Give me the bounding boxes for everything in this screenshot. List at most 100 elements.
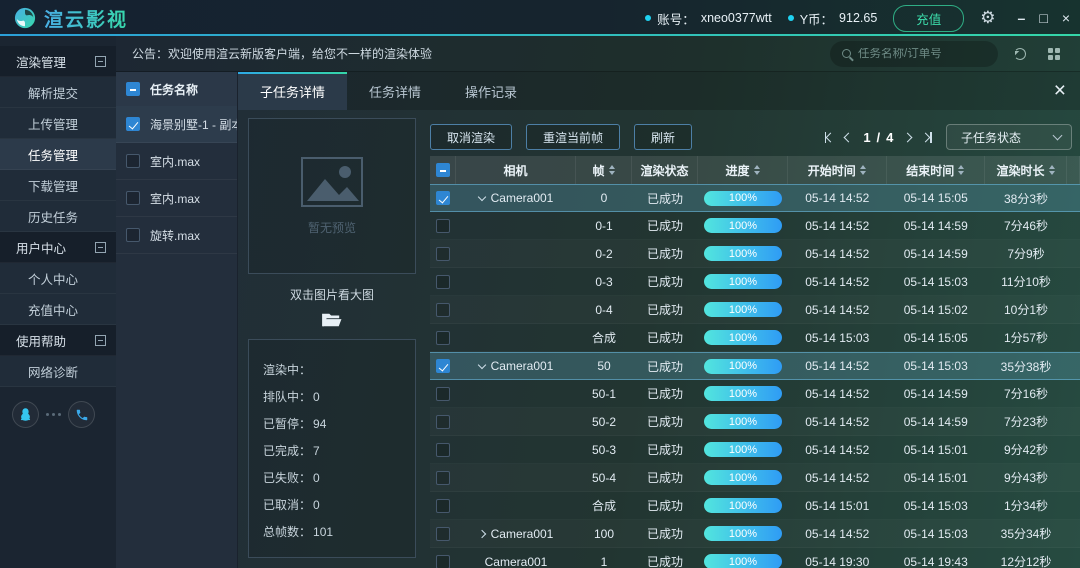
expand-chevron-icon[interactable]	[477, 529, 485, 537]
sort-icon[interactable]	[1049, 165, 1055, 175]
table-row[interactable]: Camera001 1 已成功 100% 05-14 19:30 05-14 1…	[430, 548, 1080, 568]
camera-cell[interactable]: Camera001	[456, 191, 576, 205]
row-checkbox[interactable]	[436, 303, 450, 317]
stat-label: 总帧数：	[263, 523, 311, 540]
row-checkbox[interactable]	[436, 471, 450, 485]
sidebar-item[interactable]: 上传管理	[0, 108, 116, 139]
column-header[interactable]: 相机	[456, 156, 576, 184]
table-row[interactable]: Camera001 50 已成功 100% 05-14 14:52 05-14 …	[430, 352, 1080, 380]
search-input[interactable]	[858, 48, 986, 60]
sidebar-item[interactable]: 解析提交	[0, 77, 116, 108]
sort-icon[interactable]	[958, 165, 964, 175]
camera-cell[interactable]: Camera001	[456, 555, 576, 568]
sidebar-item[interactable]: 使用帮助	[0, 325, 116, 356]
collapse-icon[interactable]	[95, 56, 106, 67]
refresh-button[interactable]: 刷新	[634, 124, 692, 150]
next-page-button[interactable]	[903, 132, 913, 142]
task-checkbox[interactable]	[126, 191, 140, 205]
camera-cell[interactable]: Camera001	[456, 527, 576, 541]
row-checkbox[interactable]	[436, 555, 450, 568]
rerender-current-frame-button[interactable]: 重渲当前帧	[526, 124, 620, 150]
maximize-button[interactable]: □	[1039, 11, 1047, 25]
tab[interactable]: 操作记录	[443, 72, 539, 110]
table-row[interactable]: Camera001 0 已成功 100% 05-14 14:52 05-14 1…	[430, 184, 1080, 212]
first-page-button[interactable]	[825, 132, 835, 143]
stat-label: 排队中：	[263, 388, 311, 405]
sidebar-item[interactable]: 网络诊断	[0, 356, 116, 387]
row-checkbox[interactable]	[436, 275, 450, 289]
table-row[interactable]: 0-4 已成功 100% 05-14 14:52 05-14 15:02 10分…	[430, 296, 1080, 324]
table-row[interactable]: 50-2 已成功 100% 05-14 14:52 05-14 14:59 7分…	[430, 408, 1080, 436]
sort-icon[interactable]	[754, 165, 760, 175]
open-folder-icon[interactable]	[321, 311, 343, 329]
task-list-item[interactable]: 室内.max	[116, 180, 237, 217]
row-checkbox[interactable]	[436, 219, 450, 233]
collapse-icon[interactable]	[95, 335, 106, 346]
progress-bar: 100%	[704, 246, 782, 261]
sidebar-item[interactable]: 个人中心	[0, 263, 116, 294]
table-row[interactable]: Camera001 100 已成功 100% 05-14 14:52 05-14…	[430, 520, 1080, 548]
sidebar-item[interactable]: 用户中心	[0, 232, 116, 263]
close-detail-icon[interactable]: ×	[1054, 81, 1066, 101]
column-header[interactable]: 帧	[576, 156, 632, 184]
recharge-button[interactable]: 充值	[893, 5, 964, 32]
expand-chevron-icon[interactable]	[477, 360, 485, 368]
table-row[interactable]: 50-1 已成功 100% 05-14 14:52 05-14 14:59 7分…	[430, 380, 1080, 408]
phone-contact-button[interactable]	[68, 401, 95, 428]
column-header[interactable]: 渲染时长	[985, 156, 1067, 184]
refresh-list-button[interactable]	[1008, 42, 1032, 66]
settings-gear-icon[interactable]: ⚙	[980, 8, 995, 28]
task-list-item[interactable]: 旋转.max	[116, 217, 237, 254]
collapse-icon[interactable]	[95, 242, 106, 253]
close-window-button[interactable]: ×	[1062, 11, 1070, 25]
row-checkbox[interactable]	[436, 247, 450, 261]
last-page-button[interactable]	[922, 132, 932, 143]
grid-menu-button[interactable]	[1042, 42, 1066, 66]
table-row[interactable]: 合成 已成功 100% 05-14 15:03 05-14 15:05 1分57…	[430, 324, 1080, 352]
table-row[interactable]: 0-2 已成功 100% 05-14 14:52 05-14 14:59 7分9…	[430, 240, 1080, 268]
expand-chevron-icon[interactable]	[477, 192, 485, 200]
task-checkbox[interactable]	[126, 228, 140, 242]
task-list-item[interactable]: 室内.max	[116, 143, 237, 180]
tab[interactable]: 任务详情	[347, 72, 443, 110]
table-row[interactable]: 50-3 已成功 100% 05-14 14:52 05-14 15:01 9分…	[430, 436, 1080, 464]
row-checkbox[interactable]	[436, 387, 450, 401]
camera-cell[interactable]: Camera001	[456, 359, 576, 373]
qq-contact-button[interactable]	[12, 401, 39, 428]
sidebar-item[interactable]: 任务管理	[0, 139, 116, 170]
row-checkbox[interactable]	[436, 415, 450, 429]
sidebar-item[interactable]: 渲染管理	[0, 46, 116, 77]
row-checkbox[interactable]	[436, 331, 450, 345]
select-all-tasks-checkbox[interactable]	[126, 82, 140, 96]
prev-page-button[interactable]	[844, 132, 854, 142]
row-checkbox[interactable]	[436, 359, 450, 373]
end-time-cell: 05-14 15:05	[887, 191, 986, 205]
task-list-item[interactable]: 海景别墅-1 - 副本	[116, 106, 237, 143]
cancel-render-button[interactable]: 取消渲染	[430, 124, 512, 150]
column-header[interactable]: 进度	[698, 156, 788, 184]
select-all-rows-checkbox[interactable]	[436, 163, 450, 177]
minimize-button[interactable]: –	[1018, 11, 1026, 25]
preview-box[interactable]: 暂无预览	[248, 118, 416, 274]
sort-icon[interactable]	[860, 165, 866, 175]
sidebar-item[interactable]: 下载管理	[0, 170, 116, 201]
table-row[interactable]: 合成 已成功 100% 05-14 15:01 05-14 15:03 1分34…	[430, 492, 1080, 520]
column-header[interactable]: 开始时间	[788, 156, 887, 184]
tab[interactable]: 子任务详情	[238, 72, 347, 110]
table-row[interactable]: 0-1 已成功 100% 05-14 14:52 05-14 14:59 7分4…	[430, 212, 1080, 240]
sort-icon[interactable]	[609, 165, 615, 175]
task-checkbox[interactable]	[126, 154, 140, 168]
column-header[interactable]: 结束时间	[887, 156, 986, 184]
table-row[interactable]: 0-3 已成功 100% 05-14 14:52 05-14 15:03 11分…	[430, 268, 1080, 296]
row-checkbox[interactable]	[436, 527, 450, 541]
subtask-status-filter[interactable]: 子任务状态	[946, 124, 1072, 150]
task-checkbox[interactable]	[126, 117, 140, 131]
column-header[interactable]: 渲染状态	[632, 156, 698, 184]
table-row[interactable]: 50-4 已成功 100% 05-14 14:52 05-14 15:01 9分…	[430, 464, 1080, 492]
sidebar-item[interactable]: 历史任务	[0, 201, 116, 232]
sidebar-item[interactable]: 充值中心	[0, 294, 116, 325]
row-checkbox[interactable]	[436, 443, 450, 457]
row-checkbox[interactable]	[436, 191, 450, 205]
search-box[interactable]	[830, 41, 998, 67]
row-checkbox[interactable]	[436, 499, 450, 513]
